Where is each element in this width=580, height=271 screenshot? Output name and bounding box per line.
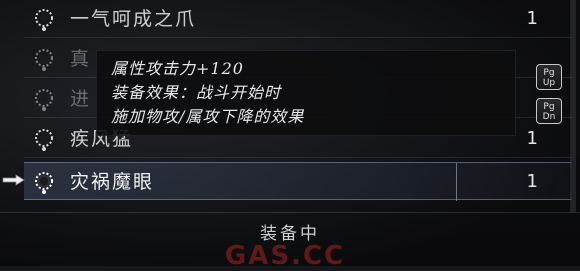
- key-label: Pg: [543, 102, 555, 112]
- item-name: 一气呵成之爪: [70, 8, 197, 30]
- talisman-icon: [28, 124, 60, 154]
- tooltip-line: 施加物攻/属攻下降的效果: [111, 107, 305, 126]
- item-quantity: 1: [526, 171, 538, 192]
- list-item[interactable]: 一气呵成之爪 1: [24, 0, 572, 38]
- page-up-key-icon[interactable]: Pg Up: [536, 64, 562, 90]
- item-quantity: 1: [526, 8, 538, 29]
- column-divider: [456, 163, 457, 201]
- key-label: Pg: [543, 68, 555, 78]
- tooltip-line: 属性攻击力+120: [111, 59, 244, 78]
- talisman-icon: [28, 167, 60, 197]
- item-quantity: 1: [526, 128, 538, 149]
- talisman-icon: [28, 44, 60, 74]
- talisman-icon: [28, 4, 60, 34]
- hand-pointer-icon: [2, 172, 26, 188]
- item-name: 灾祸魔眼: [70, 171, 155, 193]
- footer: 装备中 GAS.CC: [0, 212, 580, 271]
- page-down-key-icon[interactable]: Pg Dn: [536, 98, 562, 124]
- talisman-icon: [28, 84, 60, 114]
- tooltip-line: 装备效果：战斗开始时: [111, 83, 282, 102]
- scrollbar[interactable]: [570, 0, 576, 212]
- item-description-tooltip: 属性攻击力+120 装备效果：战斗开始时 施加物攻/属攻下降的效果: [96, 50, 516, 136]
- key-label: Dn: [542, 112, 556, 122]
- item-name: 真: [70, 48, 92, 70]
- item-name: 进: [70, 88, 92, 110]
- list-item-selected[interactable]: 灾祸魔眼 1: [24, 162, 572, 201]
- key-label: Up: [542, 78, 556, 88]
- watermark-logo: GAS.CC: [224, 241, 346, 271]
